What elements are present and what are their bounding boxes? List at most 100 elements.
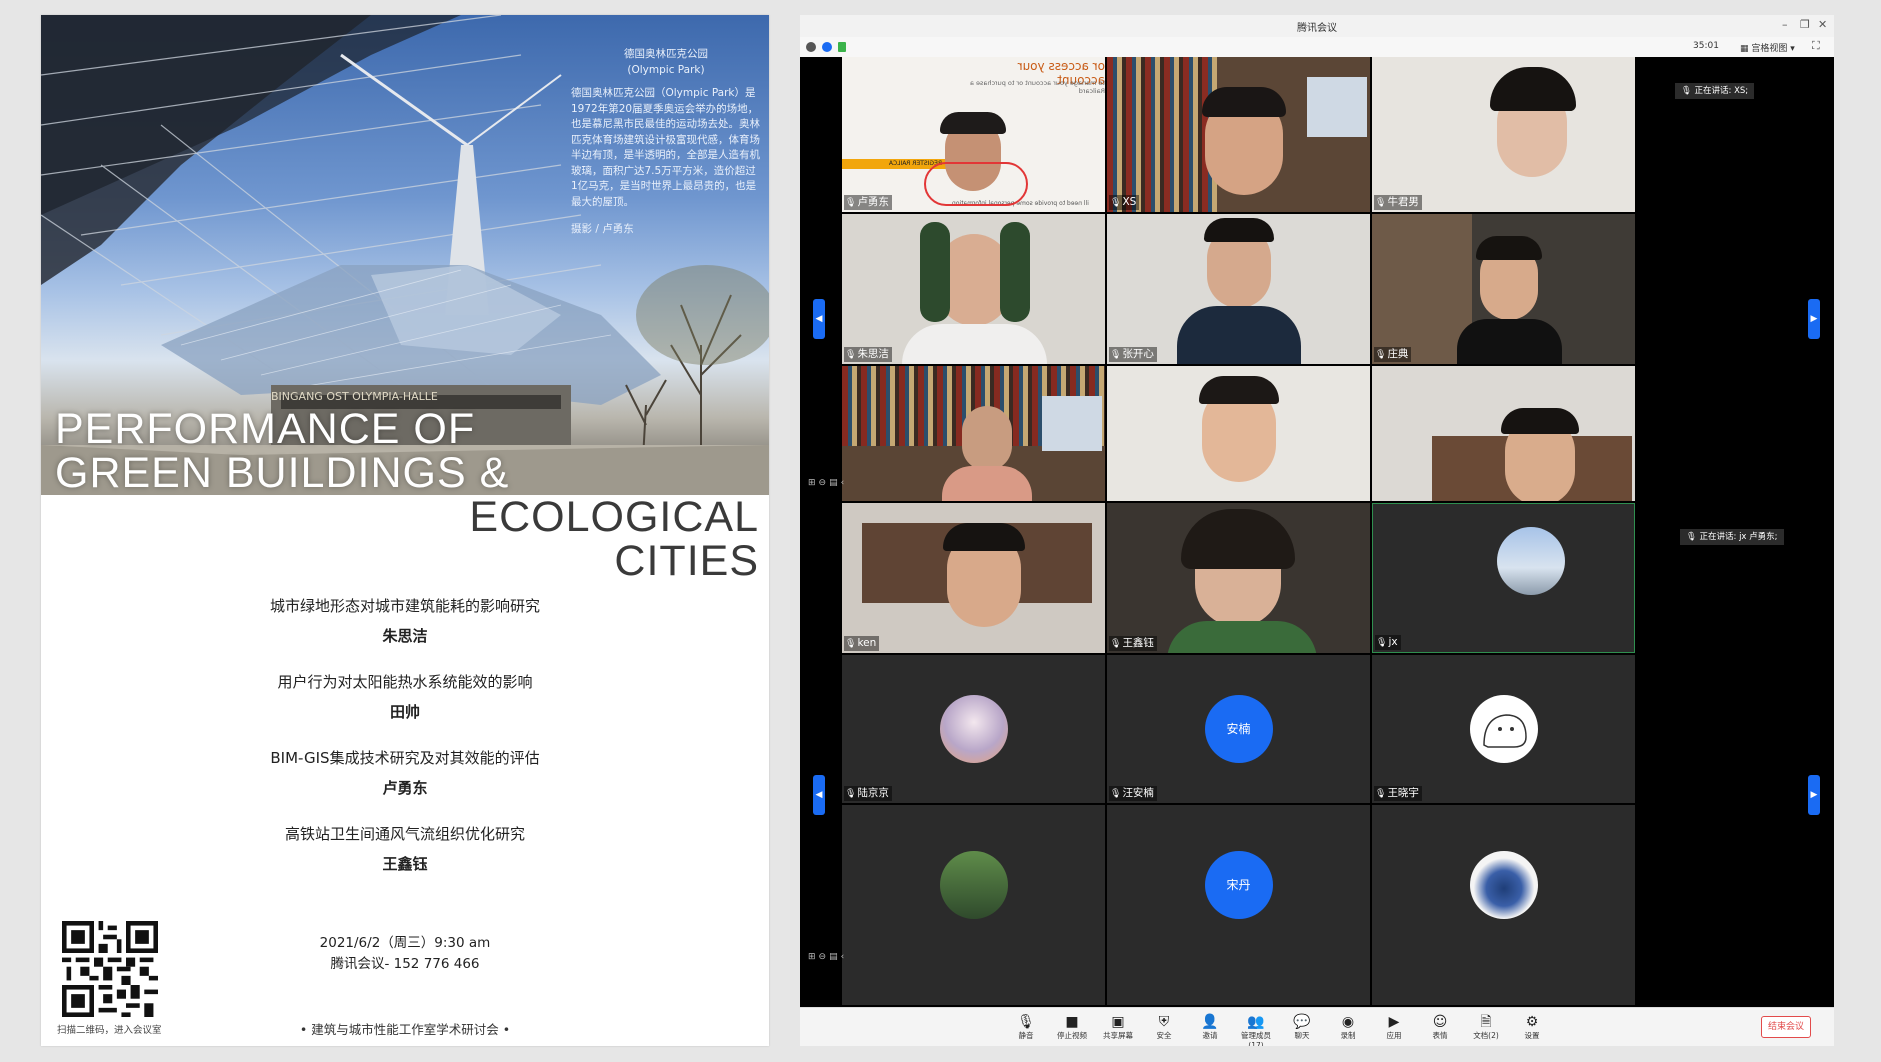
mic-icon: 🎙	[1110, 350, 1122, 360]
signal-icon[interactable]	[838, 42, 846, 52]
prev-page-button[interactable]: ◀	[813, 299, 825, 339]
share-screen-button[interactable]: ▣ 共享屏幕	[1098, 1013, 1138, 1041]
participant-name: 张开心	[1122, 348, 1154, 360]
end-meeting-button[interactable]: 结束会议	[1761, 1016, 1811, 1038]
window-title: 腾讯会议	[1297, 23, 1337, 34]
security-button[interactable]: ⛨ 安全	[1144, 1013, 1184, 1041]
participant-tile[interactable]	[1372, 805, 1635, 1005]
participant-tile[interactable]: 🎙张开心	[1107, 214, 1370, 364]
caption-body: 德国奥林匹克公园（Olympic Park）是1972年第20届夏季奥运会举办的…	[571, 87, 760, 208]
tile-view-tools[interactable]: ⊞⊖▤‹	[808, 952, 847, 962]
invite-button[interactable]: 👤 邀请	[1190, 1013, 1230, 1041]
next-page-button[interactable]: ▶	[1808, 299, 1820, 339]
emoji-button[interactable]: ☺ 表情	[1420, 1013, 1460, 1041]
meeting-timer: 35:01	[1693, 41, 1719, 51]
participant-tile[interactable]: 🎙王晓宇	[1372, 655, 1635, 803]
participant-tile[interactable]: 安楠 🎙汪安楠	[1107, 655, 1370, 803]
participant-avatar	[939, 851, 1008, 919]
participant-tile[interactable]	[842, 366, 1105, 501]
meeting-info: 2021/6/2（周三）9:30 am 腾讯会议- 152 776 466	[41, 933, 769, 975]
speaking-indicator: 🎙 正在讲话: XS;	[1675, 83, 1755, 99]
sign-text: BINGANG OST OLYMPIA-HALLE	[271, 390, 438, 403]
shield-icon[interactable]	[822, 42, 832, 52]
participant-name-tag: 🎙牛君男	[1374, 195, 1422, 210]
participant-avatar	[1469, 695, 1538, 763]
participant-name-tag: 🎙王鑫钰	[1109, 636, 1157, 651]
participant-avatar	[939, 695, 1008, 763]
participant-avatar	[1469, 851, 1538, 919]
mic-icon: 🎙	[845, 789, 857, 799]
participant-tile[interactable]: 🎙ken	[842, 503, 1105, 653]
shared-screen-subtext: to manage your account or to purchase a …	[969, 79, 1105, 95]
participant-tile[interactable]	[842, 805, 1105, 1005]
participant-hair	[1476, 236, 1542, 260]
photo-caption: 德国奥林匹克公园 (Olympic Park) 德国奥林匹克公园（Olympic…	[571, 47, 761, 238]
talk-list: 城市绿地形态对城市建筑能耗的影响研究 朱思洁 用户行为对太阳能热水系统能效的影响…	[41, 595, 769, 899]
participant-tile[interactable]: 🎙陆京京	[842, 655, 1105, 803]
mic-icon: 🎙	[1681, 86, 1695, 96]
meeting-window: 腾讯会议 – ❐ ✕ 35:01 ▦ 宫格视图 ▾ ⛶ or access yo…	[800, 15, 1834, 1046]
meeting-info-icon[interactable]	[806, 42, 816, 52]
grid-icon: ▦	[1740, 44, 1752, 54]
mic-icon: 🎙	[1110, 789, 1122, 799]
title-bar: 腾讯会议 – ❐ ✕	[800, 15, 1834, 37]
apps-button[interactable]: ▶ 应用	[1374, 1013, 1414, 1041]
record-button[interactable]: ◉ 录制	[1328, 1013, 1368, 1041]
participant-name-tag: 🎙卢勇东	[844, 195, 892, 210]
mic-icon: 🎙	[1375, 198, 1387, 208]
participant-name-tag: 🎙ken	[844, 636, 880, 651]
apps-icon: ▶	[1388, 1014, 1400, 1030]
speaking-indicator: 🎙 正在讲话: jx 卢勇东;	[1680, 529, 1784, 545]
document-icon: 🗎	[1480, 1014, 1492, 1030]
participant-tile[interactable]: 🎙王鑫钰	[1107, 503, 1370, 653]
cartoon-avatar-icon	[1482, 714, 1527, 748]
olympic-park-photo: BINGANG OST OLYMPIA-HALLE 德国奥林匹克公园 (Olym…	[41, 15, 769, 495]
manage-members-button[interactable]: 👥 管理成员(17)	[1236, 1013, 1276, 1046]
talk-title: 城市绿地形态对城市建筑能耗的影响研究	[269, 597, 540, 615]
participant-name-tag: 🎙汪安楠	[1109, 786, 1157, 801]
chat-button[interactable]: 💬 聊天	[1282, 1013, 1322, 1041]
participant-tile[interactable]: 🎙朱思洁	[842, 214, 1105, 364]
participant-tile[interactable]	[1372, 366, 1635, 501]
mic-icon: 🎙	[1110, 639, 1122, 649]
participant-shirt	[942, 466, 1032, 501]
settings-button[interactable]: ⚙ 设置	[1512, 1013, 1552, 1041]
mute-button[interactable]: 🎙 静音	[1006, 1013, 1046, 1041]
participant-hair	[1000, 222, 1030, 322]
participant-tile[interactable]: 宋丹	[1107, 805, 1370, 1005]
participant-tile[interactable]: or access your account to manage your ac…	[842, 57, 1105, 212]
participant-shirt	[902, 324, 1047, 364]
restore-icon[interactable]: ❐	[1800, 18, 1810, 31]
seminar-name: • 建筑与城市性能工作室学术研讨会 •	[299, 1022, 511, 1037]
participant-tile[interactable]: 🎙牛君男	[1372, 57, 1635, 212]
close-icon[interactable]: ✕	[1818, 18, 1827, 31]
speaking-label: 正在讲话: jx 卢勇东;	[1699, 532, 1778, 542]
tile-view-tools[interactable]: ⊞⊖▤‹	[808, 478, 847, 488]
participant-tile[interactable]: 🎙jx	[1372, 503, 1635, 653]
stop-video-button[interactable]: ■ 停止视频	[1052, 1013, 1092, 1041]
participant-name-tag: 🎙XS	[1109, 195, 1140, 210]
title-line-1: PERFORMANCE OF	[55, 405, 476, 453]
minimize-icon[interactable]: –	[1782, 18, 1788, 31]
participant-shirt	[1457, 319, 1562, 364]
participant-tile[interactable]	[1107, 366, 1370, 501]
fullscreen-icon[interactable]: ⛶	[1812, 39, 1820, 53]
seminar-poster: BINGANG OST OLYMPIA-HALLE 德国奥林匹克公园 (Olym…	[41, 15, 769, 1046]
poster-title-top: PERFORMANCE OF GREEN BUILDINGS &	[55, 407, 509, 495]
prev-page-button[interactable]: ◀	[813, 775, 825, 815]
participant-tile[interactable]: 🎙XS	[1107, 57, 1370, 212]
video-icon: ■	[1065, 1014, 1079, 1030]
next-page-button[interactable]: ▶	[1808, 775, 1820, 815]
view-switch-button[interactable]: ▦ 宫格视图 ▾	[1740, 41, 1795, 54]
mic-icon: 🎙	[1110, 198, 1122, 208]
meeting-datetime: 2021/6/2（周三）9:30 am	[319, 935, 491, 951]
annotation-circle	[924, 162, 1028, 206]
talk-item: 用户行为对太阳能热水系统能效的影响 田帅	[41, 671, 769, 747]
participant-tile[interactable]: 🎙庄典	[1372, 214, 1635, 364]
participant-name-tag: 🎙庄典	[1374, 347, 1412, 362]
talk-item: BIM-GIS集成技术研究及对其效能的评估 卢勇东	[41, 747, 769, 823]
participant-name-tag: 🎙王晓宇	[1374, 786, 1422, 801]
talk-speaker: 王鑫钰	[382, 855, 428, 873]
caption-title-en: (Olympic Park)	[627, 63, 705, 76]
documents-button[interactable]: 🗎 文档(2)	[1466, 1013, 1506, 1041]
